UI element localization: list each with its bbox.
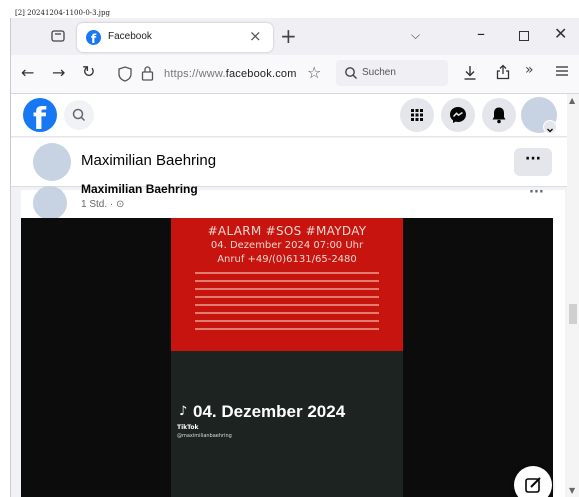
list-all-tabs-chevron-icon[interactable]: ⌵ — [411, 28, 420, 43]
profile-more-button[interactable]: ··· — [514, 148, 552, 176]
new-message-button[interactable] — [514, 466, 552, 497]
scroll-up-arrow-icon[interactable]: ▲ — [569, 96, 575, 105]
new-tab-button[interactable]: + — [280, 24, 297, 48]
search-placeholder: Suchen — [362, 67, 396, 78]
tiktok-watermark: TikTok — [177, 424, 199, 431]
tab-facebook[interactable]: f Facebook × — [77, 23, 273, 52]
alarm-text-line — [195, 296, 379, 298]
alarm-text-line — [195, 304, 379, 306]
address-bar-url[interactable]: https://www.facebook.com — [164, 68, 297, 80]
share-icon[interactable] — [496, 64, 510, 80]
back-button[interactable]: ← — [21, 63, 34, 82]
tab-close-icon[interactable]: × — [249, 27, 262, 45]
bookmark-star-icon[interactable]: ☆ — [307, 63, 321, 82]
video-date-caption: 04. Dezember 2024 — [193, 402, 346, 421]
account-menu-chevron-icon[interactable] — [543, 120, 557, 134]
post-options-button[interactable]: ··· — [529, 185, 544, 200]
page-viewport: f Maximilian Baehring ··· Maximilian Bae… — [11, 94, 567, 497]
alarm-phone: Anruf +49/(0)6131/65-2480 — [217, 254, 357, 265]
alarm-text-line — [195, 320, 379, 322]
profile-header: Maximilian Baehring ··· — [11, 138, 567, 187]
more-tools-chevron-icon[interactable]: » — [525, 62, 534, 78]
video-frame — [171, 351, 403, 497]
alarm-text-line — [195, 288, 379, 290]
messenger-icon — [450, 107, 466, 123]
browser-search-input[interactable]: Suchen — [336, 60, 448, 86]
alarm-text-line — [195, 280, 379, 282]
window-maximize-button[interactable] — [519, 31, 529, 41]
alarm-text-line — [195, 312, 379, 314]
screenshot-filename: [2] 20241204-1100-0-3.jpg — [15, 9, 110, 17]
browser-window: f Facebook × + ⌵ – ✕ ← → ↻ https://www.f… — [10, 18, 579, 497]
grid-icon — [411, 109, 423, 121]
compose-icon — [525, 477, 541, 493]
alarm-title: #ALARM #SOS #MAYDAY — [207, 224, 367, 238]
navigation-toolbar: ← → ↻ https://www.facebook.com ☆ Suchen — [11, 55, 579, 94]
svg-text:f: f — [91, 32, 97, 45]
alarm-banner: #ALARM #SOS #MAYDAY 04. Dezember 2024 07… — [171, 218, 403, 351]
alarm-text-line — [195, 328, 379, 330]
scroll-down-arrow-icon[interactable]: ▼ — [569, 486, 575, 495]
alarm-text-line — [195, 272, 379, 274]
post-author-avatar[interactable] — [33, 186, 67, 220]
search-icon — [345, 67, 357, 79]
notifications-button[interactable] — [482, 98, 516, 132]
page-scrollbar[interactable]: ▲ ▼ — [567, 94, 579, 497]
profile-name[interactable]: Maximilian Baehring — [81, 152, 216, 169]
reload-button[interactable]: ↻ — [82, 62, 95, 81]
window-close-button[interactable]: ✕ — [554, 24, 567, 43]
svg-text:f: f — [33, 102, 47, 132]
messenger-button[interactable] — [441, 98, 475, 132]
forward-button[interactable]: → — [52, 63, 65, 82]
tracking-protection-shield-icon[interactable] — [118, 66, 132, 82]
facebook-logo-icon[interactable]: f — [23, 98, 57, 137]
hamburger-menu-icon[interactable] — [556, 65, 568, 77]
bell-icon — [492, 107, 506, 124]
facebook-top-bar: f — [11, 94, 567, 137]
search-icon — [72, 108, 86, 122]
menu-grid-button[interactable] — [400, 98, 434, 132]
post-timestamp[interactable]: 1 Std. · ⊙ — [81, 199, 124, 210]
tab-list-icon[interactable] — [51, 30, 65, 42]
scrollbar-thumb[interactable] — [569, 304, 577, 324]
tab-title: Facebook — [108, 31, 152, 42]
facebook-search-button[interactable] — [64, 100, 94, 130]
tiktok-note-icon: ♪ — [179, 404, 188, 419]
profile-avatar[interactable] — [33, 143, 71, 181]
lock-icon[interactable] — [141, 65, 154, 81]
tab-bar: f Facebook × + ⌵ – ✕ — [11, 18, 579, 55]
post-card: Maximilian Baehring 1 Std. · ⊙ ··· #ALAR… — [21, 182, 565, 497]
tiktok-username: @maximilianbaehring — [177, 433, 232, 439]
window-minimize-button[interactable]: – — [477, 24, 485, 43]
post-video[interactable]: #ALARM #SOS #MAYDAY 04. Dezember 2024 07… — [21, 218, 553, 497]
alarm-date: 04. Dezember 2024 07:00 Uhr — [210, 240, 364, 251]
post-author-name[interactable]: Maximilian Baehring — [81, 182, 198, 196]
downloads-icon[interactable] — [463, 65, 477, 81]
facebook-favicon-icon: f — [86, 30, 101, 46]
